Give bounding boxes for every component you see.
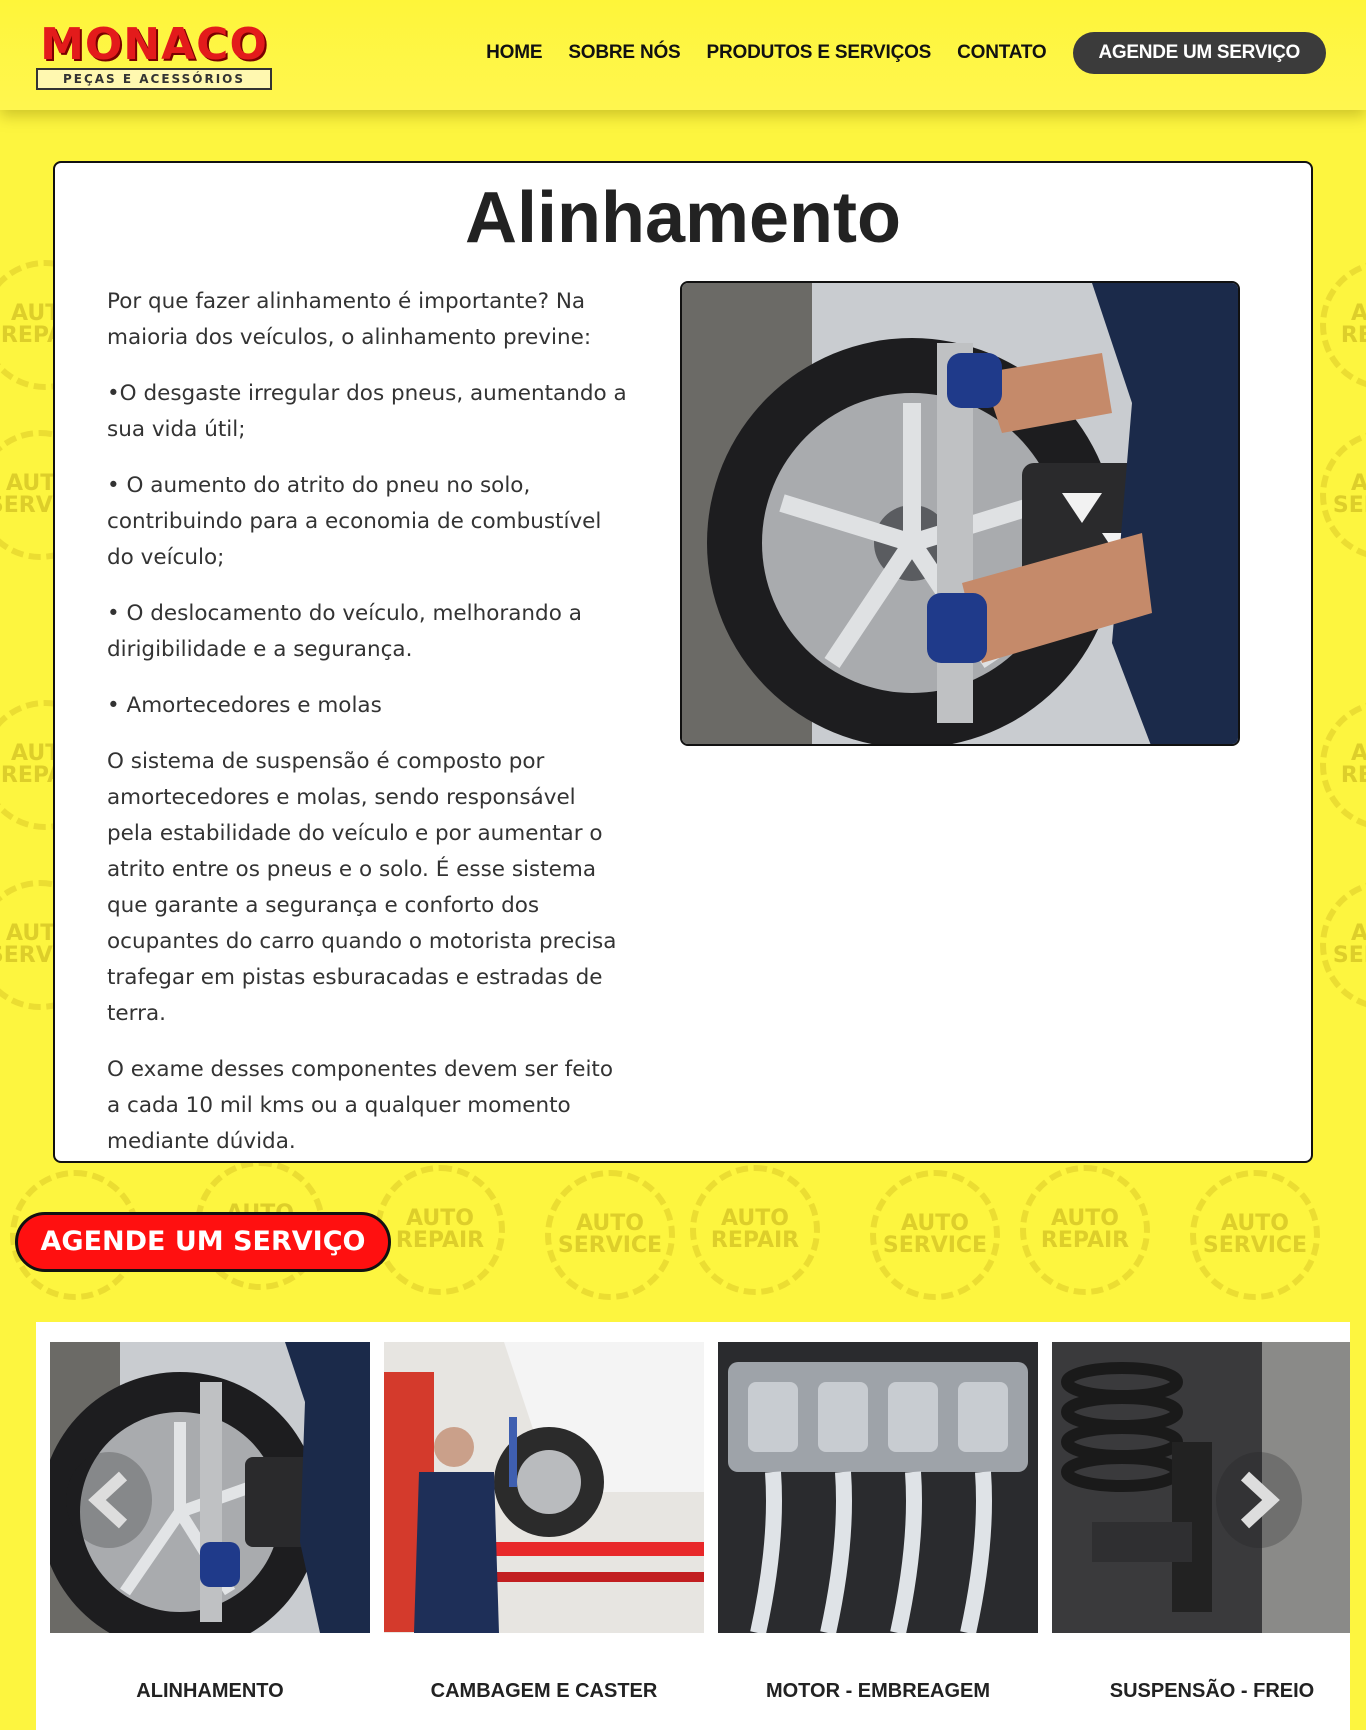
- description-paragraph: • O deslocamento do veículo, melhorando …: [107, 601, 582, 662]
- schedule-service-button[interactable]: AGENDE UM SERVIÇO: [15, 1212, 391, 1272]
- slide-caption: ALINHAMENTO: [136, 1680, 284, 1702]
- nav-produtos-servicos[interactable]: PRODUTOS E SERVIÇOS: [707, 42, 932, 64]
- wheel-alignment-photo: [680, 281, 1240, 746]
- service-description: Por que fazer alinhamento é importante? …: [107, 284, 627, 1180]
- nav-schedule-service-button[interactable]: AGENDE UM SERVIÇO: [1072, 32, 1326, 74]
- description-paragraph: O exame desses componentes devem ser fei…: [107, 1057, 614, 1154]
- logo-wordmark: MONACO: [40, 19, 268, 70]
- nav-home[interactable]: HOME: [486, 42, 542, 64]
- auto-service-watermark: AUTO SERVICE: [1190, 1170, 1320, 1300]
- auto-service-watermark: AUTO SERVICE: [1320, 430, 1366, 560]
- service-detail-card: Alinhamento Por que fazer alinhamento é …: [53, 161, 1313, 1163]
- site-header: MONACO PEÇAS E ACESSÓRIOS HOME SOBRE NÓS…: [0, 0, 1366, 110]
- description-paragraph: •O desgaste irregular dos pneus, aumenta…: [107, 381, 627, 442]
- slide-caption: CAMBAGEM E CASTER: [430, 1680, 658, 1702]
- carousel-slide[interactable]: SUSPENSÃO - FREIO: [1052, 1342, 1350, 1730]
- auto-repair-watermark: AUTO REPAIR: [375, 1165, 505, 1295]
- carousel-slide[interactable]: CAMBAGEM E CASTER: [384, 1342, 704, 1730]
- chevron-right-icon: [1240, 1471, 1280, 1529]
- page-title: Alinhamento: [464, 178, 901, 258]
- carousel-slide[interactable]: MOTOR - EMBREAGEM: [718, 1342, 1038, 1730]
- description-paragraph: • Amortecedores e molas: [107, 693, 382, 718]
- services-carousel: ALINHAMENTO CAMBAGEM E CASTER MOTOR - EM…: [36, 1322, 1350, 1730]
- slide-image: [718, 1342, 1038, 1633]
- monaco-logo[interactable]: MONACO PEÇAS E ACESSÓRIOS: [34, 22, 274, 94]
- description-paragraph: Por que fazer alinhamento é importante? …: [107, 289, 592, 350]
- auto-repair-watermark: AUTO REPAIR: [1020, 1165, 1150, 1295]
- auto-service-watermark: AUTO SERVICE: [1320, 880, 1366, 1010]
- auto-service-watermark: AUTO SERVICE: [870, 1170, 1000, 1300]
- auto-repair-watermark: AUTO REPAIR: [690, 1165, 820, 1295]
- slide-image: [384, 1342, 704, 1633]
- main-nav: HOME SOBRE NÓS PRODUTOS E SERVIÇOS CONTA…: [486, 32, 1326, 74]
- auto-repair-watermark: AUTO REPAIR: [1320, 260, 1366, 390]
- logo-subtitle: PEÇAS E ACESSÓRIOS: [36, 68, 272, 90]
- description-paragraph: • O aumento do atrito do pneu no solo, c…: [107, 473, 602, 570]
- carousel-prev-button[interactable]: [66, 1452, 152, 1548]
- nav-sobre-nos[interactable]: SOBRE NÓS: [568, 42, 680, 64]
- auto-service-watermark: AUTO SERVICE: [545, 1170, 675, 1300]
- nav-contato[interactable]: CONTATO: [957, 42, 1047, 64]
- slide-image: [1052, 1342, 1350, 1633]
- auto-repair-watermark: AUTO REPAIR: [1320, 700, 1366, 830]
- chevron-left-icon: [88, 1471, 128, 1529]
- carousel-next-button[interactable]: [1216, 1452, 1302, 1548]
- description-paragraph: O sistema de suspensão é composto por am…: [107, 749, 617, 1026]
- slide-caption: SUSPENSÃO - FREIO: [1109, 1680, 1315, 1702]
- slide-caption: MOTOR - EMBREAGEM: [765, 1680, 991, 1702]
